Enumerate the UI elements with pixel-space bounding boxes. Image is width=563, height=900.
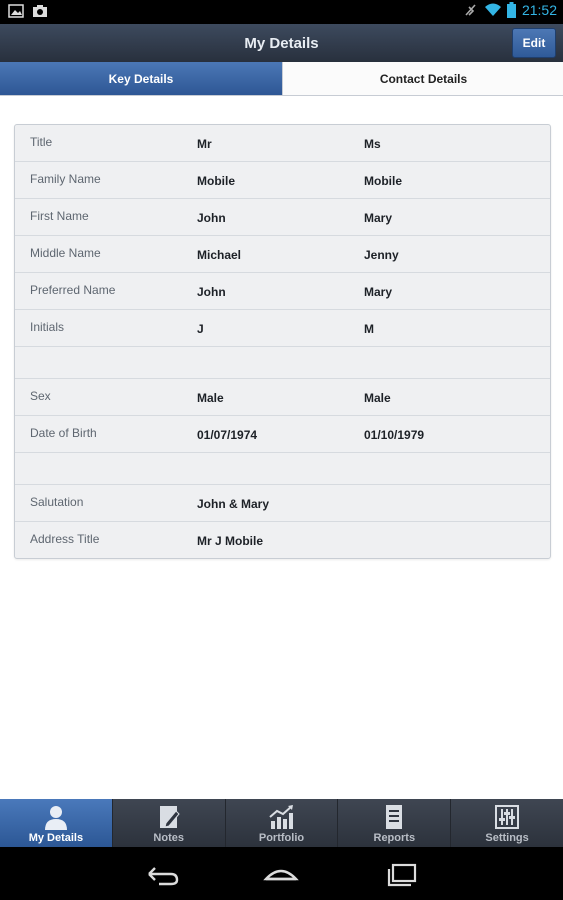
- row-value-primary: John & Mary: [197, 497, 270, 511]
- status-left: [8, 4, 48, 18]
- page-title: My Details: [244, 35, 319, 52]
- camera-icon: [33, 5, 47, 17]
- details-card: Title Mr Ms Family Name Mobile Mobile Fi…: [14, 124, 551, 559]
- row-value-secondary: Male: [364, 391, 391, 405]
- nav-settings[interactable]: Settings: [451, 799, 563, 847]
- back-icon[interactable]: [145, 861, 181, 887]
- row-label: Family Name: [30, 172, 101, 186]
- tab-contact-details[interactable]: Contact Details: [282, 62, 563, 95]
- nav-label: Settings: [485, 832, 529, 844]
- nav-reports[interactable]: Reports: [338, 799, 452, 847]
- row-spacer: [15, 347, 550, 379]
- row-label: Address Title: [30, 532, 100, 546]
- status-bar: 21:52: [0, 0, 563, 24]
- row-value-primary: J: [197, 322, 204, 336]
- row-value-secondary: Mary: [364, 285, 393, 299]
- row-address-title: Address Title Mr J Mobile: [15, 522, 550, 558]
- row-value-primary: Mr J Mobile: [197, 534, 264, 548]
- row-sex: Sex Male Male: [15, 379, 550, 416]
- row-middle-name: Middle Name Michael Jenny: [15, 236, 550, 273]
- home-icon[interactable]: [263, 861, 299, 887]
- gallery-icon: [8, 4, 24, 18]
- system-nav-bar: [0, 847, 563, 900]
- row-label: Initials: [30, 320, 65, 334]
- notes-icon: [159, 806, 180, 828]
- row-value-primary: Male: [197, 391, 224, 405]
- chart-icon: [269, 805, 294, 829]
- row-value-primary: 01/07/1974: [197, 428, 258, 442]
- nav-notes[interactable]: Notes: [113, 799, 226, 847]
- action-bar: My Details Edit: [0, 24, 563, 63]
- row-value-secondary: Ms: [364, 137, 381, 151]
- row-value-secondary: 01/10/1979: [364, 428, 425, 442]
- row-preferred-name: Preferred Name John Mary: [15, 273, 550, 310]
- person-icon: [44, 806, 67, 830]
- row-value-secondary: Jenny: [364, 248, 399, 262]
- nav-label: Notes: [153, 832, 184, 844]
- row-title: Title Mr Ms: [15, 125, 550, 162]
- nav-label: Portfolio: [258, 832, 305, 844]
- tab-bar: Key Details Contact Details: [0, 62, 563, 96]
- row-value-secondary: Mary: [364, 211, 393, 225]
- row-label: First Name: [30, 209, 89, 223]
- row-initials: Initials J M: [15, 310, 550, 347]
- nav-portfolio[interactable]: Portfolio: [226, 799, 339, 847]
- report-icon: [386, 805, 403, 829]
- notification-mute-icon: [465, 4, 476, 16]
- row-value-primary: Mobile: [197, 174, 235, 188]
- row-value-secondary: M: [364, 322, 374, 336]
- settings-icon: [495, 805, 520, 829]
- row-value-primary: John: [197, 285, 226, 299]
- row-value-secondary: Mobile: [364, 174, 402, 188]
- row-label: Date of Birth: [30, 426, 97, 440]
- row-label: Title: [30, 135, 53, 149]
- recent-apps-icon[interactable]: [383, 861, 419, 887]
- row-label: Salutation: [30, 495, 84, 509]
- tab-key-details[interactable]: Key Details: [0, 62, 282, 95]
- nav-label: My Details: [28, 832, 84, 844]
- wifi-icon: [484, 3, 501, 16]
- row-date-of-birth: Date of Birth 01/07/1974 01/10/1979: [15, 416, 550, 453]
- bottom-nav: My Details Notes Portfolio Reports Setti…: [0, 799, 563, 847]
- row-value-primary: John: [197, 211, 226, 225]
- edit-button[interactable]: Edit: [512, 28, 556, 58]
- row-label: Sex: [30, 389, 51, 403]
- nav-my-details[interactable]: My Details: [0, 799, 113, 847]
- status-time: 21:52: [521, 2, 557, 18]
- nav-label: Reports: [373, 832, 416, 844]
- status-right: 21:52: [463, 2, 557, 18]
- row-label: Middle Name: [30, 246, 101, 260]
- row-value-primary: Mr: [197, 137, 212, 151]
- row-family-name: Family Name Mobile Mobile: [15, 162, 550, 199]
- row-value-primary: Michael: [197, 248, 242, 262]
- battery-icon: [506, 2, 516, 18]
- row-salutation: Salutation John & Mary: [15, 485, 550, 522]
- row-first-name: First Name John Mary: [15, 199, 550, 236]
- row-spacer: [15, 453, 550, 485]
- row-label: Preferred Name: [30, 283, 116, 297]
